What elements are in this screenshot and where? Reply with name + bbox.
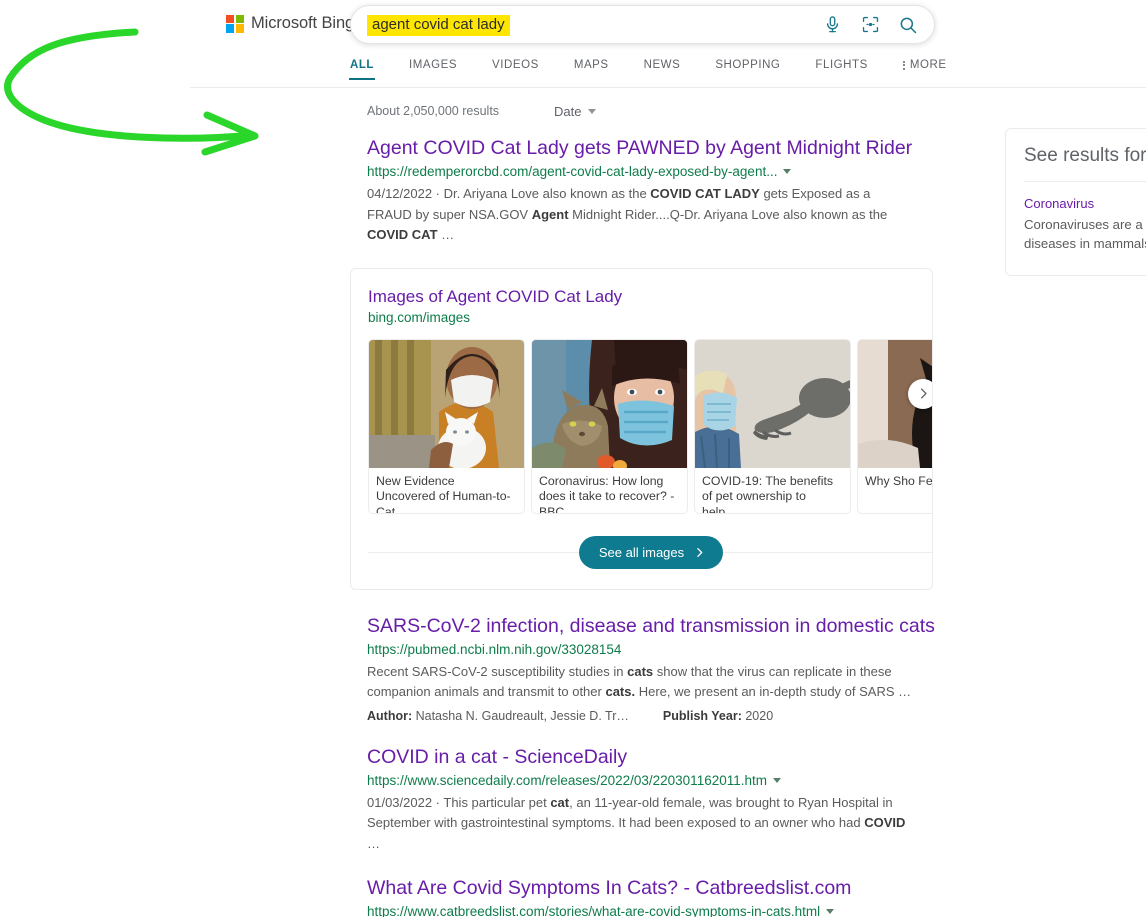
chevron-down-icon[interactable] — [773, 777, 781, 783]
search-box-actions — [822, 6, 918, 43]
search-result: What Are Covid Symptoms In Cats? - Catbr… — [367, 876, 937, 917]
side-panel-divider — [1024, 181, 1146, 182]
tab-more[interactable]: MORE — [902, 55, 947, 80]
search-result: Agent COVID Cat Lady gets PAWNED by Agen… — [367, 136, 937, 246]
result-url-text: https://pubmed.ncbi.nlm.nih.gov/33028154 — [367, 641, 622, 657]
bing-logo[interactable]: Microsoft Bing — [226, 14, 354, 33]
tab-more-label: MORE — [909, 59, 947, 71]
result-url-text: https://redemperorcbd.com/agent-covid-ca… — [367, 164, 778, 179]
result-snippet: 04/12/2022 · Dr. Ariyana Love also known… — [367, 186, 888, 242]
author-label: Author: — [367, 708, 413, 723]
chevron-right-icon — [697, 547, 703, 557]
search-query-text: agent covid cat lady — [367, 15, 510, 36]
date-filter-dropdown[interactable]: Date — [554, 103, 596, 119]
see-all-images-button[interactable]: See all images — [578, 535, 724, 569]
visual-search-icon[interactable] — [860, 15, 880, 35]
side-panel-entity-link[interactable]: Coronavirus — [1024, 196, 1146, 211]
search-result: COVID in a cat - ScienceDaily https://ww… — [367, 745, 937, 855]
images-card-title[interactable]: Images of Agent COVID Cat Lady — [368, 287, 932, 307]
result-snippet: Recent SARS-CoV-2 susceptibility studies… — [367, 663, 912, 700]
result-title[interactable]: SARS-CoV-2 infection, disease and transm… — [367, 614, 937, 638]
see-all-images-label: See all images — [598, 544, 685, 560]
results-meta: About 2,050,000 results Date — [367, 100, 937, 122]
result-url[interactable]: https://redemperorcbd.com/agent-covid-ca… — [367, 162, 937, 181]
result-url[interactable]: https://www.catbreedslist.com/stories/wh… — [367, 902, 937, 917]
chevron-down-icon — [587, 108, 596, 114]
microphone-icon[interactable] — [822, 15, 842, 35]
side-panel-title: See results for — [1024, 145, 1146, 166]
publish-year-label: Publish Year: — [662, 708, 742, 723]
chevron-right-icon[interactable] — [908, 378, 932, 409]
image-thumbnail-strip: New Evidence Uncovered of Human-to-Cat… — [368, 338, 933, 514]
tab-news[interactable]: NEWS — [644, 55, 681, 80]
images-inline-card: Images of Agent COVID Cat Lady bing.com/… — [350, 267, 933, 590]
chevron-down-icon[interactable] — [783, 169, 792, 174]
author-value: Natasha N. Gaudreault, Jessie D. Tr… — [415, 708, 629, 723]
brand-name: Microsoft Bing — [251, 14, 355, 32]
result-url[interactable]: https://www.sciencedaily.com/releases/20… — [367, 771, 937, 790]
side-panel-description-line-2: diseases in mammals — [1024, 236, 1146, 251]
image-thumbnail[interactable]: Coronavirus: How long does it take to re… — [531, 338, 688, 514]
tab-images[interactable]: IMAGES — [409, 55, 457, 80]
date-filter-label: Date — [554, 103, 582, 119]
tab-flights[interactable]: FLIGHTS — [815, 55, 867, 80]
publish-year-value: 2020 — [745, 708, 774, 723]
search-input[interactable]: agent covid cat lady — [367, 15, 510, 36]
result-title[interactable]: Agent COVID Cat Lady gets PAWNED by Agen… — [367, 136, 937, 160]
result-metadata: Author: Natasha N. Gaudreault, Jessie D.… — [367, 709, 937, 723]
header-divider — [190, 87, 1146, 88]
result-publish-year: Publish Year: 2020 — [663, 709, 773, 723]
search-result: SARS-CoV-2 infection, disease and transm… — [367, 614, 937, 723]
result-title[interactable]: What Are Covid Symptoms In Cats? - Catbr… — [367, 876, 937, 900]
side-panel-description-line-1: Coronaviruses are a g — [1024, 217, 1146, 232]
search-box[interactable]: agent covid cat lady — [350, 5, 935, 44]
bing-search-results-page: Microsoft Bing agent covid cat lady ALL … — [0, 0, 1146, 917]
thumbnail-caption: COVID-19: The benefits of pet ownership … — [702, 473, 834, 513]
image-thumbnail[interactable]: New Evidence Uncovered of Human-to-Cat… — [368, 338, 525, 514]
result-url[interactable]: https://pubmed.ncbi.nlm.nih.gov/33028154 — [367, 640, 937, 659]
result-url-text: https://www.catbreedslist.com/stories/wh… — [367, 904, 821, 917]
thumbnail-caption: Coronavirus: How long does it take to re… — [539, 473, 675, 513]
page-header: Microsoft Bing agent covid cat lady ALL … — [0, 0, 1146, 88]
thumbnail-image-1 — [369, 339, 524, 468]
result-author: Author: Natasha N. Gaudreault, Jessie D.… — [367, 709, 629, 723]
thumbnail-caption: Why Sho Ferrets, T — [865, 473, 933, 488]
search-vertical-tabs: ALL IMAGES VIDEOS MAPS NEWS SHOPPING FLI… — [348, 55, 982, 86]
tab-all[interactable]: ALL — [348, 55, 376, 80]
result-count: About 2,050,000 results — [367, 104, 500, 118]
thumbnail-image-3 — [695, 339, 850, 468]
image-thumbnail[interactable]: Why Sho Ferrets, T — [857, 338, 933, 514]
result-url-text: https://www.sciencedaily.com/releases/20… — [367, 772, 767, 788]
chevron-down-icon[interactable] — [826, 909, 835, 914]
thumbnail-caption: New Evidence Uncovered of Human-to-Cat… — [376, 473, 511, 513]
tab-shopping[interactable]: SHOPPING — [715, 55, 780, 80]
microsoft-logo-icon — [226, 14, 244, 33]
result-title[interactable]: COVID in a cat - ScienceDaily — [367, 745, 937, 769]
kebab-menu-icon — [902, 60, 905, 70]
image-thumbnail[interactable]: COVID-19: The benefits of pet ownership … — [694, 338, 851, 514]
see-all-images-row: See all images — [368, 535, 932, 569]
tab-videos[interactable]: VIDEOS — [492, 55, 539, 80]
tab-maps[interactable]: MAPS — [574, 55, 609, 80]
search-icon[interactable] — [898, 15, 918, 35]
results-column: About 2,050,000 results Date Agent COVID… — [350, 100, 937, 917]
images-card-url[interactable]: bing.com/images — [368, 310, 932, 325]
result-snippet: 01/03/2022 · This particular pet cat, an… — [367, 794, 906, 851]
see-results-for-panel: See results for Coronavirus Coronaviruse… — [1005, 128, 1146, 276]
thumbnail-image-2 — [532, 339, 687, 468]
